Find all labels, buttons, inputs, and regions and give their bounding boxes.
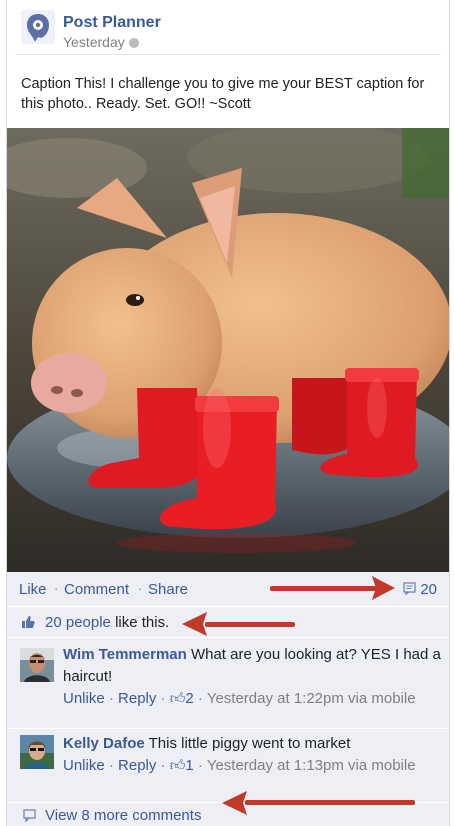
arrow-to-comment-count	[270, 576, 395, 600]
arrow-to-view-more	[222, 791, 415, 815]
arrow-to-likes	[182, 612, 295, 636]
annotation-arrows	[182, 576, 415, 815]
